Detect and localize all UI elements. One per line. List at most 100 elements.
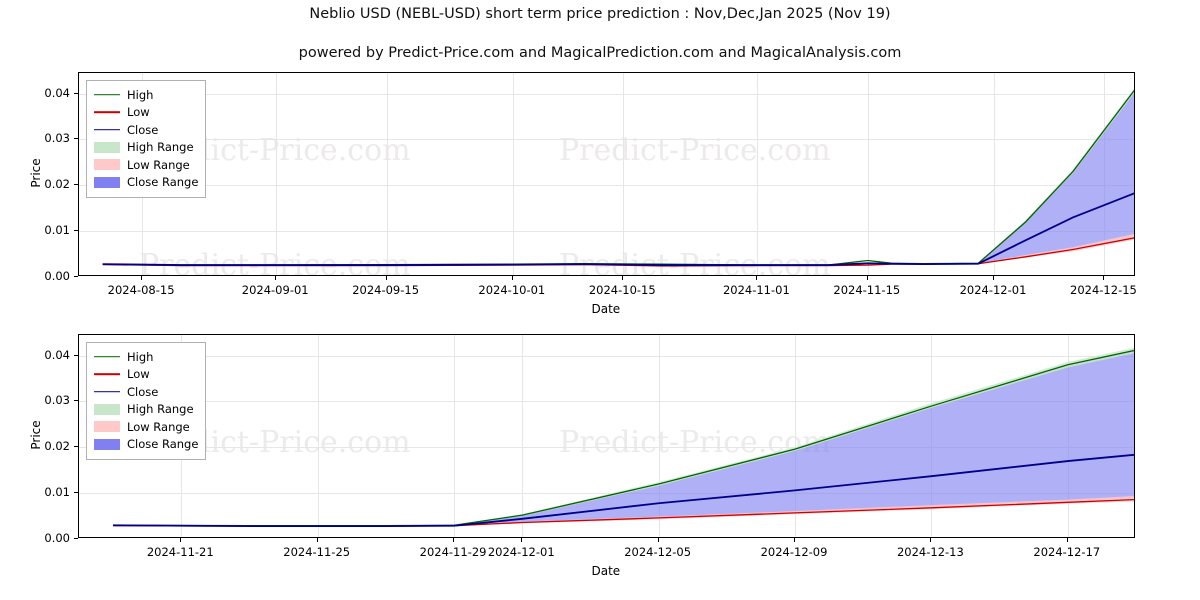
band-close-range [978, 91, 1134, 264]
series-canvas [102, 88, 1134, 267]
x-axis-title: Date [591, 564, 621, 578]
plot-area-top-panel: Predict-Price.com Predict-Price.com Predic… [78, 72, 1135, 276]
legend-label: Close Range [127, 437, 199, 452]
legend-item[interactable]: High Range [94, 139, 198, 157]
chart-title: Neblio USD (NEBL-USD) short term price p… [309, 6, 891, 22]
bottom-chart-panel: Predict-Price.com Predict-Price.com 0.00 0.… [0, 326, 1200, 588]
y-axis-tick-label: 0.02 [44, 177, 70, 192]
x-tick-mark [1066, 538, 1068, 542]
y-tick-mark [74, 92, 78, 94]
y-tick-mark [74, 138, 78, 140]
legend-label: Close [127, 384, 159, 399]
legend-item[interactable]: Close Range [94, 436, 198, 454]
legend-item[interactable]: Low Range [94, 418, 198, 436]
x-tick-mark [657, 538, 659, 542]
legend-label: High [127, 87, 154, 102]
legend-item[interactable]: Close [94, 121, 198, 139]
legend-label: Close Range [127, 175, 199, 190]
plot-area-bottom-panel: Predict-Price.com Predict-Price.com [78, 334, 1135, 538]
y-axis-tick-label: 0.04 [44, 347, 70, 362]
legend-label: Low [127, 367, 150, 382]
legend-swatch-icon [94, 386, 120, 397]
x-tick-mark [622, 276, 624, 280]
x-tick-mark [866, 276, 868, 280]
legend-item[interactable]: High [94, 86, 198, 104]
legend-item[interactable]: Low Range [94, 156, 198, 174]
legend-swatch-icon [94, 369, 120, 380]
legend-label: High [127, 349, 154, 364]
x-tick-mark [316, 538, 318, 542]
x-axis-tick-label: 2024-11-01 [722, 283, 790, 297]
y-axis-tick-label: 0.03 [44, 393, 70, 408]
x-tick-mark [756, 276, 758, 280]
y-tick-mark [74, 400, 78, 402]
x-tick-mark [521, 538, 523, 542]
series-line-high [102, 89, 1134, 266]
y-axis-title: Price [29, 158, 43, 188]
x-axis-tick-label: 2024-12-01 [959, 283, 1027, 297]
x-axis-tick-label: 2024-11-21 [146, 545, 214, 559]
x-axis-tick-label: 2024-11-25 [283, 545, 351, 559]
x-axis-tick-label: 2024-12-01 [487, 545, 555, 559]
legend-item[interactable]: High Range [94, 401, 198, 419]
legend-item[interactable]: Close Range [94, 174, 198, 192]
legend-swatch-icon [94, 176, 120, 188]
legend-label: High Range [127, 140, 194, 155]
legend-label: High Range [127, 402, 194, 417]
legend-label: Low [127, 105, 150, 120]
y-axis-tick-label: 0.02 [44, 439, 70, 454]
x-tick-mark [275, 276, 277, 280]
x-tick-mark [511, 276, 513, 280]
x-tick-mark [385, 276, 387, 280]
legend-item[interactable]: Low [94, 366, 198, 384]
top-chart-panel: Predict-Price.com Predict-Price.com Predic… [0, 62, 1200, 316]
legend-item[interactable]: Close [94, 383, 198, 401]
y-axis-tick-label: 0.04 [44, 85, 70, 100]
x-axis-tick-label: 2024-12-13 [896, 545, 964, 559]
x-axis-tick-label: 2024-12-09 [760, 545, 828, 559]
x-axis-tick-label: 2024-11-29 [419, 545, 487, 559]
y-axis-tick-label: 0.01 [44, 485, 70, 500]
x-axis-tick-label: 2024-12-17 [1033, 545, 1101, 559]
x-tick-mark [453, 538, 455, 542]
x-tick-mark [930, 538, 932, 542]
legend-label: Low Range [127, 157, 190, 172]
legend-label: Close [127, 122, 159, 137]
x-axis-tick-label: 2024-09-01 [241, 283, 309, 297]
x-axis-tick-label: 2024-10-15 [588, 283, 656, 297]
y-axis-tick-label: 0.03 [44, 131, 70, 146]
x-tick-mark [794, 538, 796, 542]
y-axis-title: Price [29, 420, 43, 450]
legend-item[interactable]: Low [94, 104, 198, 122]
chart-subtitle: powered by Predict-Price.com and Magical… [298, 45, 902, 61]
legend-item[interactable]: High [94, 348, 198, 366]
x-axis-tick-label: 2024-10-01 [478, 283, 546, 297]
legend-swatch-icon [94, 159, 120, 171]
x-tick-mark [993, 276, 994, 280]
legend-label: Low Range [127, 419, 190, 434]
y-tick-mark [74, 184, 78, 186]
legend-swatch-icon [94, 141, 120, 153]
y-tick-mark [74, 538, 78, 539]
y-tick-mark [74, 230, 78, 232]
legend-swatch-icon [94, 89, 120, 100]
y-axis-tick-label: 0.00 [44, 269, 70, 283]
series-line-close [102, 192, 1134, 266]
y-tick-mark [74, 492, 78, 494]
x-tick-mark [180, 538, 182, 542]
y-tick-mark [74, 354, 78, 356]
x-axis-tick-label: 2024-12-05 [624, 545, 692, 559]
legend: High Low Close High Range Low Range Close Ran… [86, 342, 207, 460]
x-axis-tick-label: 2024-12-15 [1070, 283, 1137, 297]
x-axis-tick-label: 2024-11-15 [833, 283, 901, 297]
x-axis-title: Date [591, 302, 621, 316]
legend-swatch-icon [94, 421, 120, 433]
x-tick-mark [141, 276, 143, 280]
y-axis-tick-label: 0.00 [44, 531, 70, 545]
legend-swatch-icon [94, 107, 120, 118]
x-axis-tick-label: 2024-08-15 [107, 283, 175, 297]
legend-swatch-icon [94, 351, 120, 362]
legend: High Low Close High Range Low Range Close Ran… [86, 80, 207, 198]
x-tick-mark [1103, 276, 1105, 280]
y-axis-tick-label: 0.01 [44, 223, 70, 238]
